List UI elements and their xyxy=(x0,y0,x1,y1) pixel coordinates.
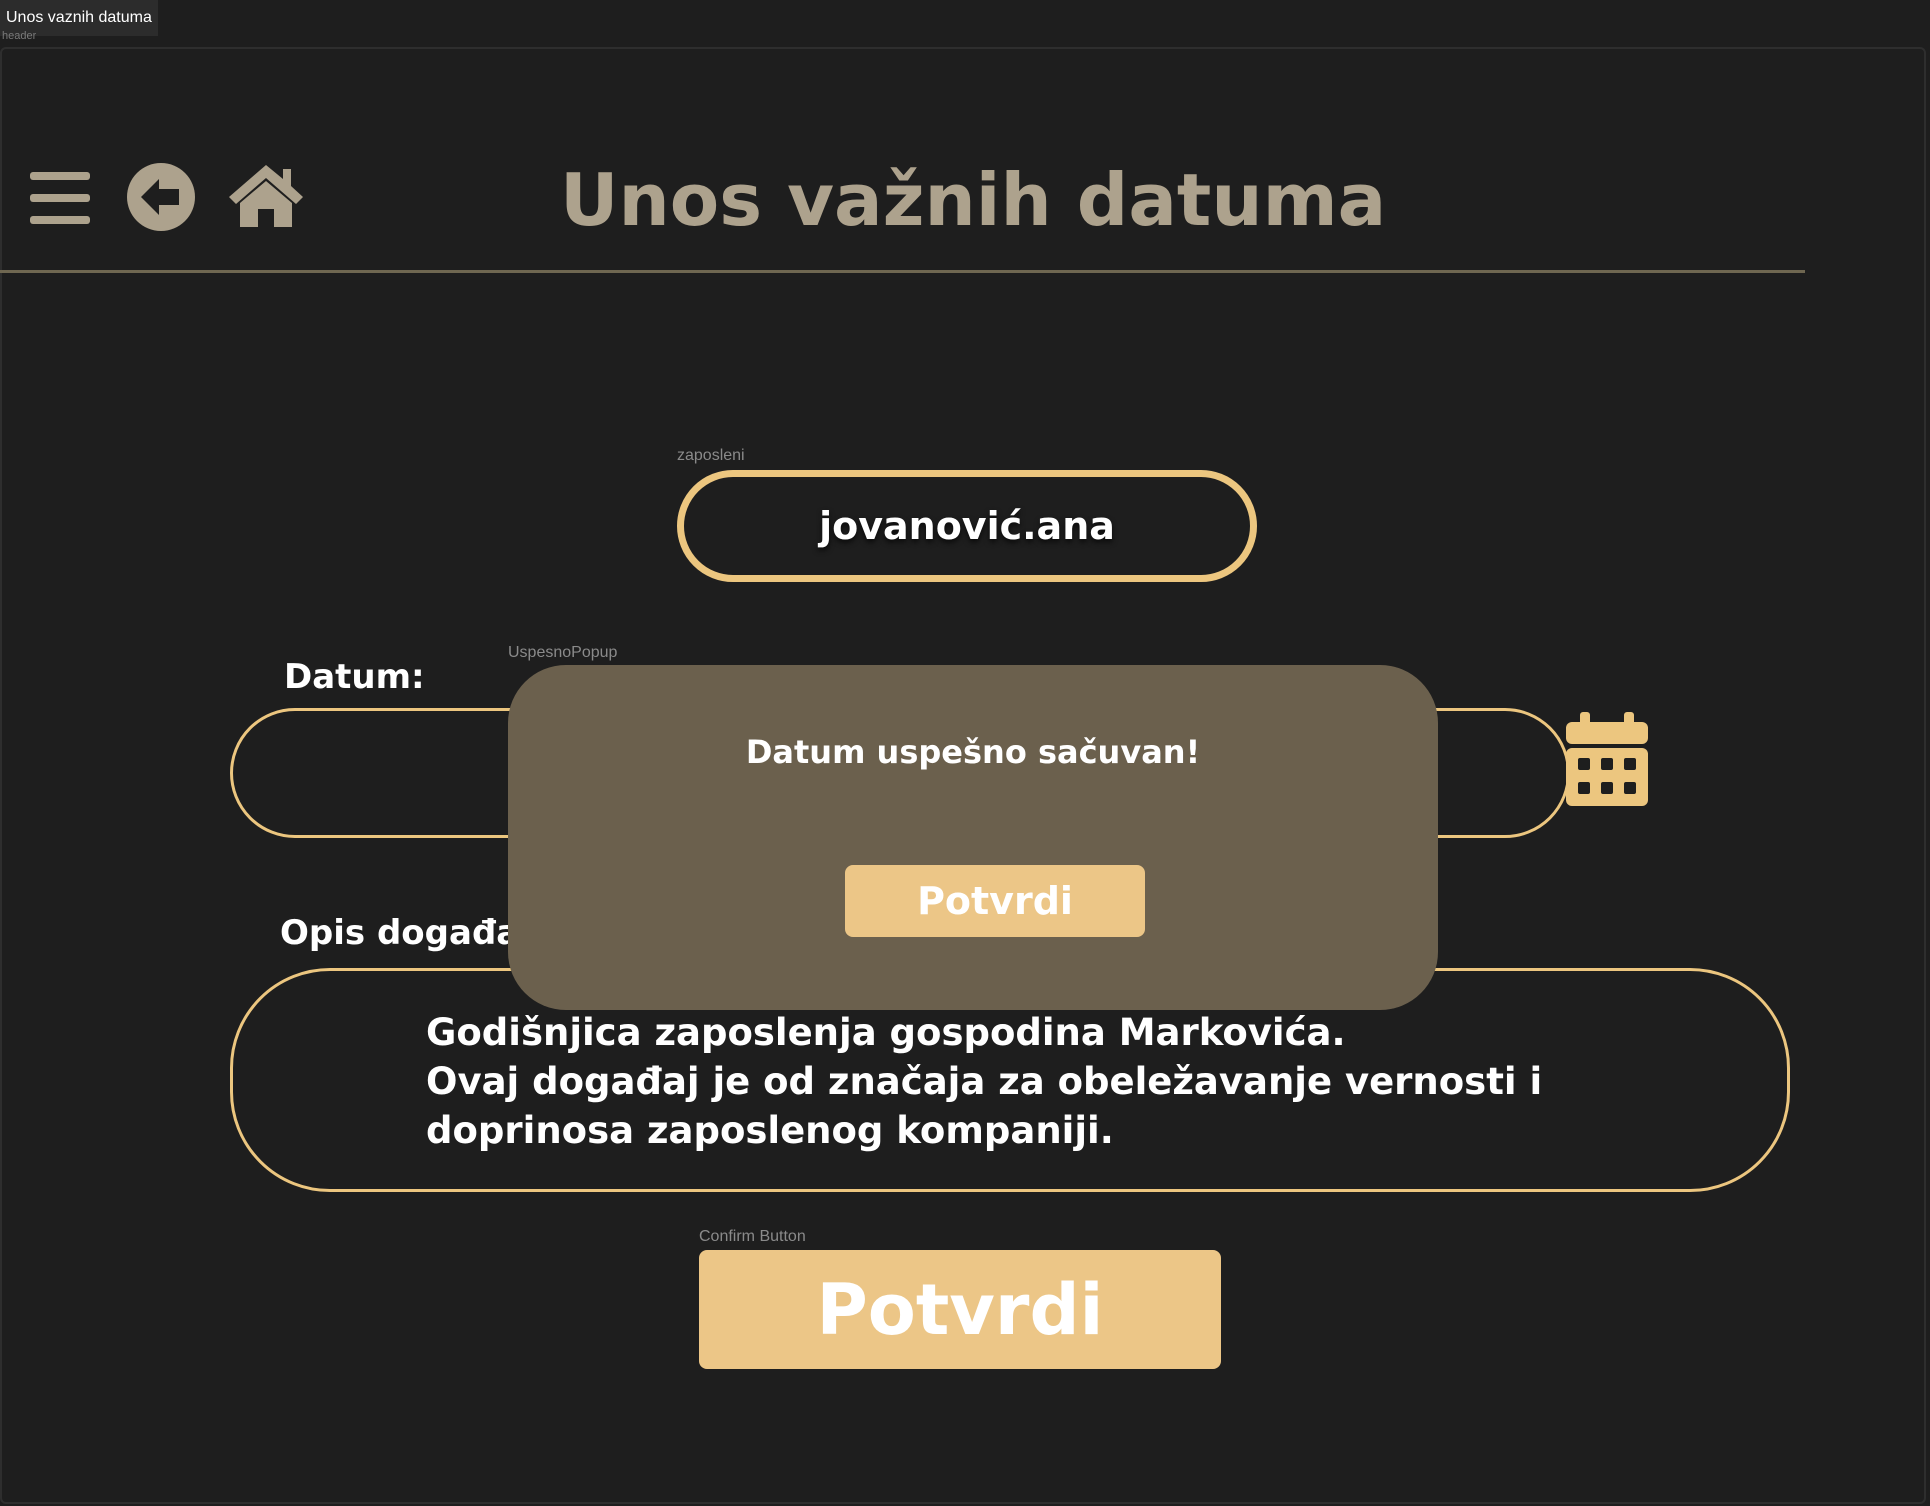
home-icon[interactable] xyxy=(227,163,305,229)
success-popup: Datum uspešno sačuvan! Potvrdi xyxy=(508,665,1438,1010)
confirm-frame-label: Confirm Button xyxy=(699,1228,806,1245)
menu-icon[interactable] xyxy=(30,170,90,226)
employee-frame-label: zaposleni xyxy=(677,447,745,464)
confirm-button[interactable]: Potvrdi xyxy=(699,1250,1221,1369)
back-arrow-icon[interactable] xyxy=(127,163,195,231)
description-value[interactable]: Godišnjica zaposlenja gospodina Marković… xyxy=(426,1008,1726,1155)
page-title: Unos važnih datuma xyxy=(560,158,1387,242)
frame-tab-subtitle: header xyxy=(2,30,37,42)
popup-frame-label: UspesnoPopup xyxy=(508,644,618,661)
calendar-icon[interactable] xyxy=(1566,712,1648,806)
frame-tab-title: Unos vaznih datuma xyxy=(6,9,152,26)
employee-field[interactable]: jovanović.ana xyxy=(677,470,1257,582)
header-divider xyxy=(0,270,1805,273)
date-label: Datum: xyxy=(284,657,425,697)
employee-value: jovanović.ana xyxy=(819,504,1115,548)
popup-message: Datum uspešno sačuvan! xyxy=(745,733,1201,771)
popup-confirm-button[interactable]: Potvrdi xyxy=(845,865,1145,937)
